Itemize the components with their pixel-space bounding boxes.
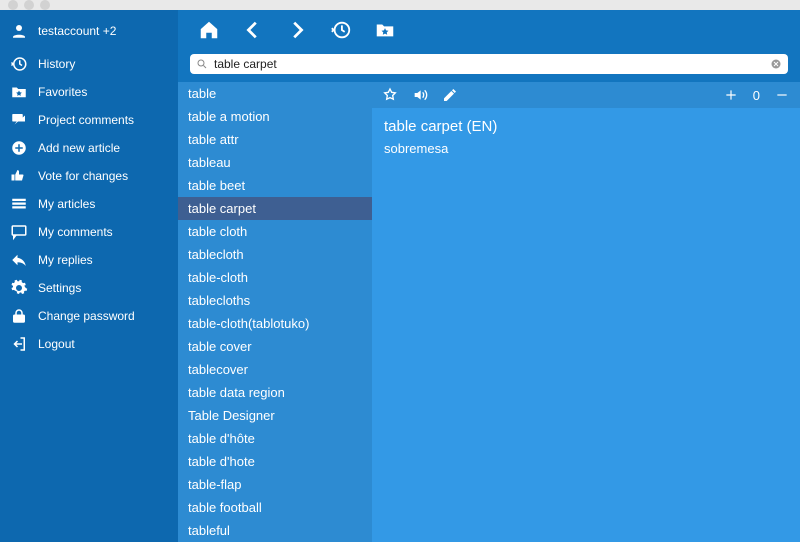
search-input[interactable] — [214, 57, 764, 71]
sidebar-item-vote[interactable]: Vote for changes — [0, 162, 178, 190]
user-label: testaccount +2 — [38, 24, 116, 38]
result-item[interactable]: table a motion — [178, 105, 372, 128]
result-item[interactable]: table football — [178, 496, 372, 519]
result-item[interactable]: table beet — [178, 174, 372, 197]
window-titlebar — [0, 0, 800, 10]
sidebar-item-label: Project comments — [38, 113, 134, 127]
traffic-close[interactable] — [8, 0, 18, 10]
sidebar-item-label: History — [38, 57, 75, 71]
comments-icon — [10, 111, 28, 129]
result-item[interactable]: tablecloths — [178, 289, 372, 312]
forward-icon[interactable] — [286, 19, 308, 41]
favorites-top-icon[interactable] — [374, 19, 396, 41]
search-icon — [196, 58, 208, 70]
sidebar-item-my-articles[interactable]: My articles — [0, 190, 178, 218]
sidebar-user[interactable]: testaccount +2 — [0, 18, 178, 50]
home-icon[interactable] — [198, 19, 220, 41]
result-item[interactable]: tableful — [178, 519, 372, 542]
sidebar-item-label: Add new article — [38, 141, 120, 155]
thumbs-icon — [10, 167, 28, 185]
sidebar-item-label: My comments — [38, 225, 113, 239]
favorite-star-icon[interactable] — [382, 87, 398, 103]
list-icon — [10, 195, 28, 213]
lock-icon — [10, 307, 28, 325]
sidebar-item-label: Vote for changes — [38, 169, 128, 183]
traffic-minimize[interactable] — [24, 0, 34, 10]
plus-icon[interactable] — [723, 87, 739, 103]
result-item[interactable]: Table Designer — [178, 404, 372, 427]
edit-pencil-icon[interactable] — [442, 87, 458, 103]
sidebar-item-settings[interactable]: Settings — [0, 274, 178, 302]
vote-count: 0 — [753, 88, 760, 103]
detail-translation: sobremesa — [384, 141, 788, 156]
result-item[interactable]: table — [178, 82, 372, 105]
detail-title: table carpet (EN) — [384, 118, 788, 135]
history-icon — [10, 55, 28, 73]
sidebar-item-my-replies[interactable]: My replies — [0, 246, 178, 274]
sidebar-item-history[interactable]: History — [0, 50, 178, 78]
sound-icon[interactable] — [412, 87, 428, 103]
result-item[interactable]: table d'hôte — [178, 427, 372, 450]
plus-circle-icon — [10, 139, 28, 157]
detail-toolbar: 0 — [372, 82, 800, 108]
minus-icon[interactable] — [774, 87, 790, 103]
sidebar: testaccount +2 History Favorites Project… — [0, 10, 178, 542]
result-item[interactable]: table-cloth — [178, 266, 372, 289]
star-folder-icon — [10, 83, 28, 101]
sidebar-item-label: Favorites — [38, 85, 87, 99]
search-box[interactable] — [190, 54, 788, 74]
sidebar-item-label: My articles — [38, 197, 95, 211]
result-item[interactable]: table cloth — [178, 220, 372, 243]
user-icon — [10, 22, 28, 40]
sidebar-item-label: Change password — [38, 309, 135, 323]
results-list[interactable]: tabletable a motiontable attrtableautabl… — [178, 82, 372, 542]
result-item[interactable]: table carpet — [178, 197, 372, 220]
sidebar-item-label: Logout — [38, 337, 75, 351]
sidebar-item-logout[interactable]: Logout — [0, 330, 178, 358]
result-item[interactable]: table d'hote — [178, 450, 372, 473]
result-item[interactable]: tablecloth — [178, 243, 372, 266]
result-item[interactable]: tablecover — [178, 358, 372, 381]
result-item[interactable]: tableau — [178, 151, 372, 174]
traffic-maximize[interactable] — [40, 0, 50, 10]
result-item[interactable]: table-cloth(tablotuko) — [178, 312, 372, 335]
top-toolbar — [178, 10, 800, 50]
sidebar-item-change-password[interactable]: Change password — [0, 302, 178, 330]
history-top-icon[interactable] — [330, 19, 352, 41]
sidebar-item-add-article[interactable]: Add new article — [0, 134, 178, 162]
sidebar-item-favorites[interactable]: Favorites — [0, 78, 178, 106]
result-item[interactable]: table cover — [178, 335, 372, 358]
reply-icon — [10, 251, 28, 269]
logout-icon — [10, 335, 28, 353]
sidebar-item-project-comments[interactable]: Project comments — [0, 106, 178, 134]
result-item[interactable]: table attr — [178, 128, 372, 151]
comment-icon — [10, 223, 28, 241]
sidebar-item-label: Settings — [38, 281, 81, 295]
detail-panel: 0 table carpet (EN) sobremesa — [372, 82, 800, 542]
back-icon[interactable] — [242, 19, 264, 41]
sidebar-item-my-comments[interactable]: My comments — [0, 218, 178, 246]
result-item[interactable]: table data region — [178, 381, 372, 404]
clear-icon[interactable] — [770, 58, 782, 70]
gear-icon — [10, 279, 28, 297]
sidebar-item-label: My replies — [38, 253, 93, 267]
result-item[interactable]: table-flap — [178, 473, 372, 496]
